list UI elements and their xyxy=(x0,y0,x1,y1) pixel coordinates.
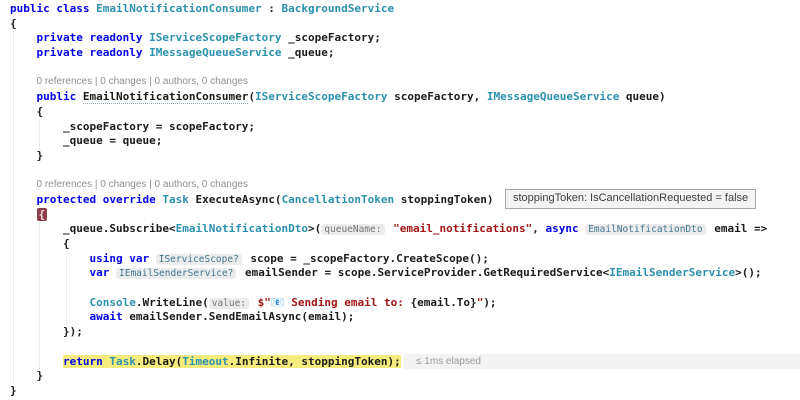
code-token: emailSender.SendEmailAsync(email); xyxy=(122,310,355,324)
code-token: } xyxy=(10,383,17,397)
code-token: 0 references | 0 changes | 0 authors, 0 … xyxy=(36,179,248,191)
code-token: _scopeFactory; xyxy=(281,31,381,45)
code-line[interactable]: }); xyxy=(10,325,800,340)
code-line[interactable]: await emailSender.SendEmailAsync(email); xyxy=(10,310,800,325)
code-token: stoppingToken) xyxy=(394,192,494,206)
code-line[interactable]: public class EmailNotificationConsumer :… xyxy=(10,2,800,17)
code-token: protected override xyxy=(36,192,163,206)
codelens-line[interactable]: 0 references | 0 changes | 0 authors, 0 … xyxy=(10,75,800,90)
code-token: private readonly xyxy=(36,46,150,60)
code-token: } xyxy=(36,148,44,162)
code-line[interactable]: _scopeFactory = scopeFactory; xyxy=(10,120,800,135)
code-token: public xyxy=(36,90,83,104)
code-token: $"📧 Sending email to: xyxy=(257,295,411,309)
code-token: IServiceScopeFactory xyxy=(149,31,282,45)
code-token: email => xyxy=(707,222,768,236)
inline-type-hint: IEmailSenderService? xyxy=(116,268,237,280)
code-token: { xyxy=(63,237,70,250)
code-line[interactable]: Console.WriteLine(value: $"📧 Sending ema… xyxy=(10,296,800,311)
code-token: >( xyxy=(308,222,322,236)
code-token: : xyxy=(261,2,282,15)
code-token: public class xyxy=(10,2,97,15)
code-token: EmailNotificationConsumer xyxy=(96,2,262,15)
code-token: await xyxy=(89,310,123,324)
code-token: 0 references | 0 changes | 0 authors, 0 … xyxy=(36,76,248,88)
code-token: _queue.Subscribe< xyxy=(63,222,176,236)
debug-datatip[interactable]: stoppingToken: IsCancellationRequested =… xyxy=(505,189,757,209)
code-line[interactable]: public EmailNotificationConsumer(IServic… xyxy=(10,90,800,105)
code-token: using var xyxy=(89,251,156,265)
code-token: IServiceScopeFactory xyxy=(255,90,388,104)
code-token: , xyxy=(532,222,546,236)
code-token: _scopeFactory = scopeFactory; xyxy=(63,119,256,133)
code-token: "email_notifications" xyxy=(393,222,533,236)
code-line[interactable]: { xyxy=(10,237,800,252)
code-token: ); xyxy=(483,295,497,309)
code-line[interactable]: private readonly IMessageQueueService _q… xyxy=(10,46,800,61)
code-token: async xyxy=(545,222,586,236)
indent-guide xyxy=(66,252,67,325)
code-token: { xyxy=(36,104,44,118)
code-token: return xyxy=(63,354,110,368)
indent-guide xyxy=(39,120,40,149)
code-token: EmailNotificationDto xyxy=(175,222,309,236)
code-token: IMessageQueueService xyxy=(149,46,282,60)
code-line[interactable]: { xyxy=(10,17,800,32)
code-line[interactable]: { xyxy=(10,105,800,120)
code-line[interactable]: private readonly IServiceScopeFactory _s… xyxy=(10,31,800,46)
code-token: Task xyxy=(109,354,136,368)
code-line[interactable]: } xyxy=(10,384,800,399)
code-line[interactable]: } xyxy=(10,149,800,164)
code-line[interactable]: using var IServiceScope? scope = _scopeF… xyxy=(10,252,800,267)
indent-guide xyxy=(39,223,40,369)
code-token: queue) xyxy=(619,90,666,104)
code-token: .Delay( xyxy=(135,354,183,368)
code-token: _queue = queue; xyxy=(63,134,163,148)
current-statement-highlight: return Task.Delay(Timeout.Infinite, stop… xyxy=(63,354,401,368)
code-token: }); xyxy=(63,325,83,339)
code-token: { xyxy=(10,16,17,30)
code-token: EmailNotificationConsumer xyxy=(82,90,249,105)
inline-type-hint: IServiceScope? xyxy=(155,253,242,265)
perf-tip[interactable]: ≤ 1ms elapsed xyxy=(404,354,800,369)
code-token: private readonly xyxy=(36,31,150,45)
code-line[interactable]: _queue = queue; xyxy=(10,134,800,149)
inline-type-hint: EmailNotificationDto xyxy=(585,224,706,236)
code-line[interactable]: var IEmailSenderService? emailSender = s… xyxy=(10,266,800,281)
code-token: Console xyxy=(89,295,136,309)
code-token: Timeout xyxy=(182,354,229,368)
code-token: .Infinite, stoppingToken); xyxy=(228,354,401,368)
code-token: var xyxy=(89,266,116,280)
code-token: BackgroundService xyxy=(281,2,395,15)
code-line[interactable]: } xyxy=(10,369,800,384)
code-line[interactable]: _queue.Subscribe<EmailNotificationDto>(q… xyxy=(10,222,800,237)
code-token: {email.To} xyxy=(410,295,477,309)
debug-highlighted-brace: { xyxy=(36,207,48,221)
code-token: Task xyxy=(162,192,189,206)
code-token: scopeFactory, xyxy=(387,90,487,104)
inline-parameter-hint: value: xyxy=(208,297,250,309)
code-token: >(); xyxy=(735,266,762,280)
code-token: scope = _scopeFactory.CreateScope(); xyxy=(243,251,489,265)
code-token: CancellationToken xyxy=(281,192,395,206)
code-token: .WriteLine( xyxy=(135,295,209,309)
code-token: IMessageQueueService xyxy=(486,90,620,104)
code-token: ExecuteAsync( xyxy=(188,192,282,206)
code-token: } xyxy=(36,369,44,383)
indent-guide xyxy=(13,31,14,383)
code-token: emailSender = scope.ServiceProvider.GetR… xyxy=(238,266,610,280)
code-token: IEmailSenderService xyxy=(609,266,736,280)
inline-parameter-hint: queueName: xyxy=(321,224,385,236)
code-line[interactable]: { xyxy=(10,207,800,223)
code-token: _queue; xyxy=(281,46,335,60)
